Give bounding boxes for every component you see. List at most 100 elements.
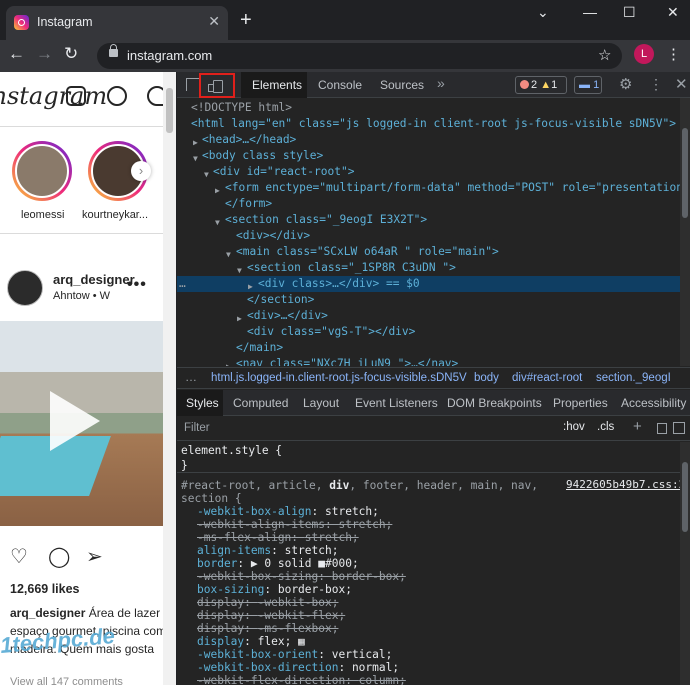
dom-node[interactable]: ▼ <body class style> bbox=[177, 148, 690, 164]
story-username[interactable]: leomessi bbox=[21, 209, 64, 221]
css-declaration[interactable]: -webkit-box-align: stretch; bbox=[197, 505, 379, 518]
css-value[interactable]: stretch; bbox=[338, 518, 392, 531]
comment-icon[interactable]: ◯ bbox=[48, 544, 70, 569]
css-property[interactable]: -webkit-box-direction bbox=[197, 661, 338, 674]
css-property[interactable]: display bbox=[197, 635, 244, 648]
css-declaration[interactable]: -webkit-align-items: stretch; bbox=[197, 518, 392, 531]
dom-node[interactable]: </main> bbox=[177, 340, 690, 356]
breadcrumb-item[interactable]: html.js.logged-in.client-root.js-focus-v… bbox=[211, 372, 467, 384]
dom-node[interactable]: <div></div> bbox=[177, 228, 690, 244]
maximize-icon[interactable]: ☐ bbox=[623, 4, 636, 21]
instagram-logo[interactable]: Instagram bbox=[0, 82, 107, 110]
forward-arrow-icon[interactable]: → bbox=[36, 44, 53, 64]
dom-node[interactable]: ▶ <head>…</head> bbox=[177, 132, 690, 148]
tab-search-icon[interactable]: ⌄ bbox=[537, 4, 549, 21]
post-location[interactable]: Ahntow • W bbox=[53, 290, 110, 302]
tab-sources[interactable]: Sources bbox=[380, 78, 424, 92]
dom-node[interactable]: ▶ <nav class="NXc7H jLuN9 ">…</nav> bbox=[177, 356, 690, 366]
css-value[interactable]: flex; ▦ bbox=[258, 635, 305, 648]
post-author-avatar[interactable] bbox=[7, 270, 43, 306]
view-comments-link[interactable]: View all 147 comments bbox=[10, 676, 123, 685]
scrollbar-thumb[interactable] bbox=[682, 462, 688, 532]
dom-node-selected[interactable]: … ▶ <div class>…</div> == $0 bbox=[177, 276, 690, 292]
new-tab-icon[interactable]: + bbox=[240, 10, 252, 30]
dom-node[interactable]: ▼ <main class="SCxLW o64aR " role="main"> bbox=[177, 244, 690, 260]
dom-node[interactable]: ▼ <div id="react-root"> bbox=[177, 164, 690, 180]
minimize-icon[interactable]: — bbox=[583, 4, 597, 20]
css-value[interactable]: vertical; bbox=[332, 648, 393, 661]
node-actions-icon[interactable]: … bbox=[179, 276, 186, 292]
scrollbar-thumb[interactable] bbox=[166, 88, 173, 133]
share-send-icon[interactable]: ➢ bbox=[86, 544, 103, 569]
bookmark-star-icon[interactable]: ☆ bbox=[598, 46, 611, 64]
new-style-rule-icon[interactable]: + bbox=[633, 418, 642, 435]
new-post-icon[interactable] bbox=[66, 86, 86, 106]
story-avatar[interactable] bbox=[12, 141, 72, 201]
story-next-icon[interactable]: › bbox=[131, 161, 151, 181]
css-declaration[interactable]: display: -ms-flexbox; bbox=[197, 622, 338, 635]
dom-scrollbar[interactable] bbox=[680, 98, 690, 366]
css-value[interactable]: -webkit-flex; bbox=[258, 609, 346, 622]
explore-compass-icon[interactable] bbox=[107, 86, 127, 106]
css-property[interactable]: -webkit-box-sizing bbox=[197, 570, 318, 583]
browser-tab[interactable]: Instagram ✕ bbox=[6, 6, 228, 40]
address-bar[interactable]: instagram.com ☆ bbox=[97, 43, 622, 69]
devtools-close-icon[interactable]: ✕ bbox=[675, 75, 688, 93]
tab-properties[interactable]: Properties bbox=[553, 396, 608, 410]
css-declaration[interactable]: -webkit-box-sizing: border-box; bbox=[197, 570, 406, 583]
css-declaration[interactable]: display: -webkit-flex; bbox=[197, 609, 345, 622]
issues-counter[interactable]: 2 ▲1 bbox=[515, 76, 567, 94]
css-value[interactable]: stretch; bbox=[305, 531, 359, 544]
page-scrollbar[interactable] bbox=[163, 72, 176, 685]
css-value[interactable]: -ms-flexbox; bbox=[258, 622, 339, 635]
post-video[interactable] bbox=[0, 321, 163, 526]
css-declaration[interactable]: box-sizing: border-box; bbox=[197, 583, 352, 596]
back-arrow-icon[interactable]: ← bbox=[8, 44, 25, 64]
css-value[interactable]: border-box; bbox=[332, 570, 406, 583]
tab-dom-breakpoints[interactable]: DOM Breakpoints bbox=[447, 396, 542, 410]
element-style-selector[interactable]: element.style { bbox=[181, 444, 282, 457]
devtools-menu-icon[interactable]: ⋮ bbox=[649, 76, 663, 93]
css-property[interactable]: display bbox=[197, 622, 244, 635]
css-property[interactable]: box-sizing bbox=[197, 583, 264, 596]
hover-state-toggle[interactable]: :hov bbox=[563, 421, 585, 433]
css-declaration[interactable]: align-items: stretch; bbox=[197, 544, 338, 557]
story-username[interactable]: kourtneykar... bbox=[82, 209, 148, 221]
url-text[interactable]: instagram.com bbox=[127, 48, 212, 63]
tab-close-icon[interactable]: ✕ bbox=[208, 13, 220, 30]
caption-username[interactable]: arq_designer bbox=[10, 606, 85, 620]
css-declaration[interactable]: -webkit-box-orient: vertical; bbox=[197, 648, 392, 661]
css-value[interactable]: border-box; bbox=[278, 583, 352, 596]
dom-node[interactable]: ▼ <section class="_9eogI E3X2T"> bbox=[177, 212, 690, 228]
device-toggle-icon[interactable] bbox=[213, 80, 223, 93]
tab-event-listeners[interactable]: Event Listeners bbox=[355, 396, 438, 410]
reload-icon[interactable]: ↻ bbox=[64, 44, 78, 64]
messages-counter[interactable]: ▬ 1 bbox=[574, 76, 602, 94]
css-property[interactable]: -webkit-box-align bbox=[197, 505, 312, 518]
css-value[interactable]: stretch; bbox=[285, 544, 339, 557]
styles-filter-input[interactable]: Filter bbox=[184, 422, 210, 434]
expand-triangle-icon[interactable]: ▶ bbox=[226, 359, 231, 366]
css-value[interactable]: stretch; bbox=[325, 505, 379, 518]
browser-menu-icon[interactable]: ⋮ bbox=[666, 45, 681, 63]
dom-node[interactable]: ▶ <form enctype="multipart/form-data" met… bbox=[177, 180, 690, 196]
css-property[interactable]: display bbox=[197, 596, 244, 609]
css-declaration[interactable]: display: -webkit-box; bbox=[197, 596, 338, 609]
scrollbar-thumb[interactable] bbox=[682, 128, 688, 218]
css-property[interactable]: -ms-flex-align bbox=[197, 531, 291, 544]
dom-node[interactable]: <!DOCTYPE html> bbox=[177, 100, 690, 116]
dom-node[interactable]: ▶ <div>…</div> bbox=[177, 308, 690, 324]
tab-elements[interactable]: Elements bbox=[241, 72, 307, 98]
rule-selector[interactable]: #react-root, article, div, footer, heade… bbox=[181, 479, 538, 492]
dom-node[interactable]: </form> bbox=[177, 196, 690, 212]
class-toggle[interactable]: .cls bbox=[597, 421, 614, 433]
css-property[interactable]: border bbox=[197, 557, 237, 570]
stylesheet-source-link[interactable]: 9422605b49b7.css:2 bbox=[566, 478, 685, 491]
like-heart-icon[interactable]: ♡ bbox=[10, 544, 28, 569]
breadcrumb-overflow-icon[interactable]: … bbox=[185, 370, 197, 384]
breadcrumb-item[interactable]: section._9eogI bbox=[596, 372, 671, 384]
css-property[interactable]: display bbox=[197, 609, 244, 622]
css-value[interactable]: column; bbox=[359, 674, 406, 685]
post-username[interactable]: arq_designer bbox=[53, 272, 135, 287]
css-value[interactable]: normal; bbox=[352, 661, 399, 674]
